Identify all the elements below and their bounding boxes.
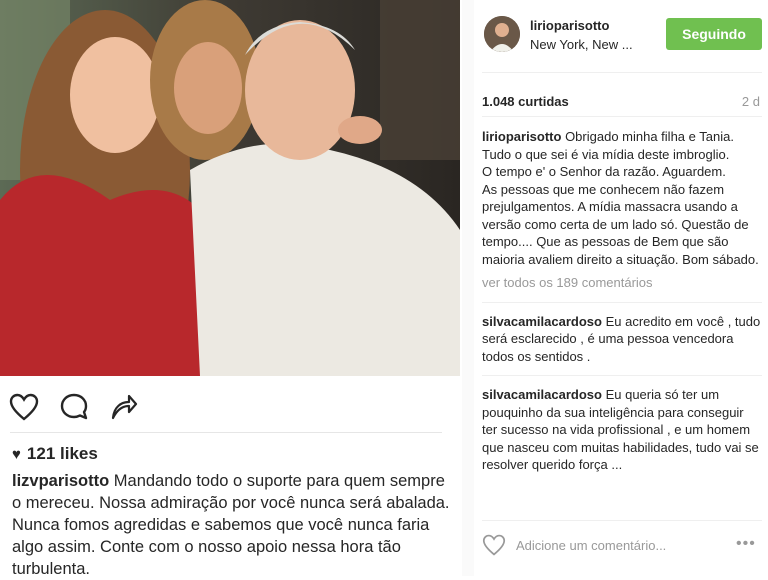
heart-outline-icon[interactable] (8, 391, 40, 423)
likes-text: 121 likes (26, 444, 98, 463)
comment-footer: Adicione um comentário... ••• (474, 520, 768, 576)
comment-username[interactable]: lirioparisotto (482, 129, 561, 144)
divider (482, 301, 762, 303)
following-button[interactable]: Seguindo (666, 18, 762, 50)
post-age: 2 d (741, 94, 760, 109)
post-detail-panel: lirioparisotto New York, New ... Seguind… (474, 0, 768, 576)
more-options-icon[interactable]: ••• (736, 535, 756, 553)
post-photo (0, 0, 460, 376)
avatar[interactable] (484, 16, 520, 52)
likes-count-label[interactable]: 1.048 curtidas (482, 94, 569, 109)
post-left: ♥ 121 likes lizvparisotto Mandando todo … (0, 0, 462, 578)
speech-bubble-icon[interactable] (58, 391, 90, 423)
comment-item: silvacamilacardoso Eu queria só ter um p… (482, 386, 762, 474)
post-caption: lizvparisotto Mandando todo o suporte pa… (12, 470, 452, 580)
caption-username[interactable]: lizvparisotto (12, 472, 109, 490)
comments-list: lirioparisotto Obrigado minha filha e Ta… (482, 128, 762, 484)
comment-input[interactable]: Adicione um comentário... (516, 538, 666, 553)
share-arrow-icon[interactable] (108, 391, 140, 423)
post-actions (8, 390, 140, 424)
post-header: lirioparisotto New York, New ... Seguind… (474, 0, 768, 72)
comment-item: silvacamilacardoso Eu acredito em você ,… (482, 313, 762, 366)
header-location[interactable]: New York, New ... (530, 37, 633, 52)
divider (482, 116, 762, 117)
divider (482, 72, 762, 73)
view-all-comments-link[interactable]: ver todos os 189 comentários (482, 274, 762, 292)
divider (482, 375, 762, 376)
header-username[interactable]: lirioparisotto (530, 18, 609, 33)
heart-outline-icon[interactable] (482, 534, 506, 558)
divider (10, 432, 442, 433)
main-comment-line-2: O tempo e' o Senhor da razão. Aguardem. (482, 164, 726, 179)
post-meta: 1.048 curtidas 2 d (482, 94, 762, 109)
comment-username[interactable]: silvacamilacardoso (482, 387, 602, 402)
family-photo (0, 0, 460, 376)
comment-username[interactable]: silvacamilacardoso (482, 314, 602, 329)
heart-filled-icon: ♥ (12, 445, 21, 463)
panel-separator (462, 0, 474, 576)
likes-count[interactable]: ♥ 121 likes (12, 444, 98, 464)
main-comment-line-3: As pessoas que me conhecem não fazem pre… (482, 181, 759, 267)
main-comment-line-1: lirioparisotto Obrigado minha filha e Ta… (482, 128, 762, 163)
